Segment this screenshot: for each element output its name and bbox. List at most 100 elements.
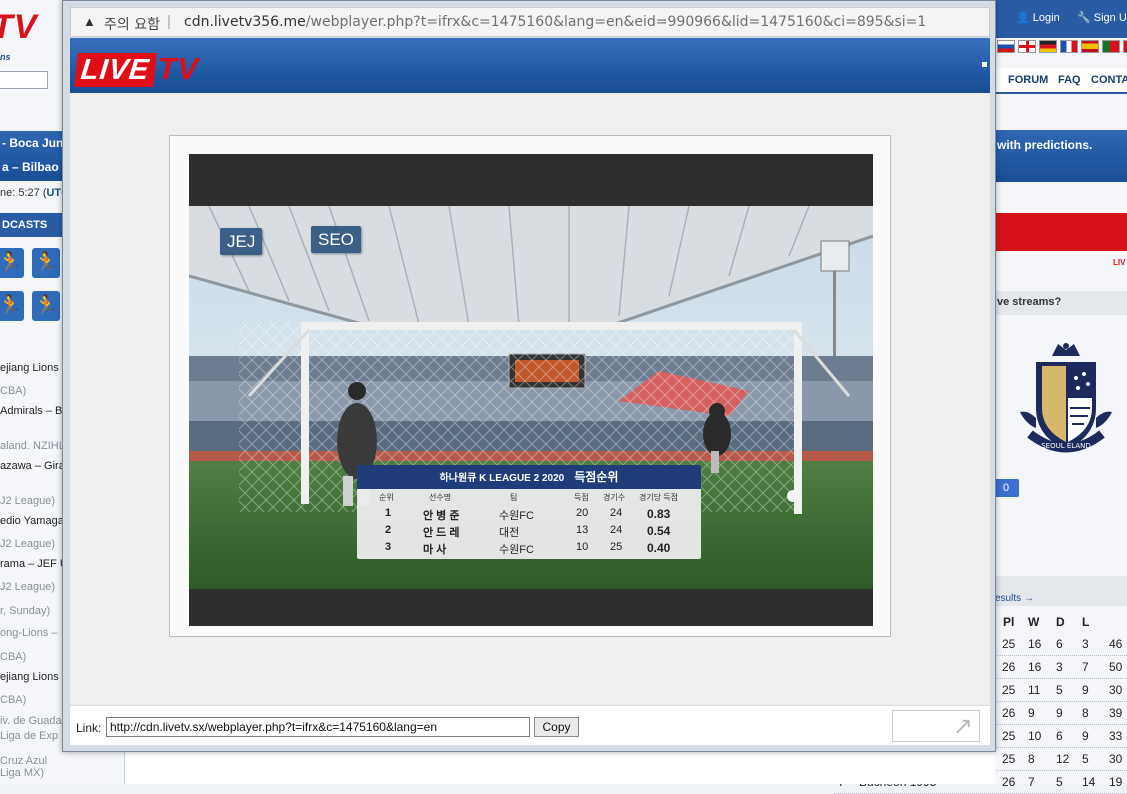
login-label: Login	[1032, 12, 1060, 24]
flag-fr-icon[interactable]	[1060, 40, 1078, 53]
home-team-tag: JEJ	[220, 228, 263, 255]
table-cell-pts: 39	[1109, 706, 1123, 720]
sport-runner-icon[interactable]: 🏃	[32, 291, 60, 321]
flag-en-icon[interactable]	[1018, 40, 1036, 53]
copy-button[interactable]: Copy	[534, 717, 579, 737]
time-label: ne: 5:27 (	[0, 187, 47, 199]
event-list-item[interactable]: ong-Lions –	[0, 627, 58, 639]
event-list-item[interactable]: azawa – Gira	[0, 460, 65, 472]
table-cell-l: 7	[1082, 660, 1089, 674]
standings-cell-goals: 10	[576, 541, 589, 553]
standings-row: 1 안 병 준 수원FC 20 24 0.83	[357, 506, 701, 523]
standings-overlay: 하나원큐 K LEAGUE 2 2020 득점순위 순위 선수명 팀 득점 경기수…	[357, 465, 701, 559]
table-cell-d: 9	[1056, 706, 1063, 720]
event-list-item[interactable]: aland. NZIHL	[0, 440, 65, 452]
table-cell-pts: 30	[1109, 752, 1123, 766]
background-time: ne: 5:27 (UTC	[0, 187, 69, 199]
event-list-item[interactable]: J2 League)	[0, 581, 55, 593]
event-list-item[interactable]: CBA)	[0, 694, 26, 706]
event-list-item[interactable]: CBA)	[0, 651, 26, 663]
flag-ru-icon[interactable]	[997, 40, 1015, 53]
table-cell-pts: 30	[1109, 683, 1123, 697]
flag-de-icon[interactable]	[1039, 40, 1057, 53]
livetv-logo[interactable]: LIVE TV	[74, 51, 200, 87]
address-bar[interactable]: ▲ 주의 요함 | cdn.livetv356.me/webplayer.php…	[70, 7, 990, 37]
standings-col-games: 경기수	[603, 493, 626, 502]
link-input[interactable]	[106, 717, 530, 737]
seoul-eland-crest-icon: SEOUL ELAND	[1020, 343, 1112, 453]
menu-contact[interactable]: CONTA	[1091, 74, 1127, 86]
flag-other-icon[interactable]	[1123, 40, 1127, 53]
table-cell-pts: 19	[1109, 775, 1123, 789]
table-cell-w: 11	[1028, 683, 1041, 697]
sport-runner-icon[interactable]: 🏃	[0, 291, 24, 321]
warning-triangle-icon[interactable]: ▲	[83, 14, 96, 29]
address-url[interactable]: cdn.livetv356.me/webplayer.php?t=ifrx&c=…	[184, 14, 926, 30]
sport-runner-icon[interactable]: 🏃	[0, 248, 24, 278]
event-list-item[interactable]: iv. de Guada	[0, 715, 62, 727]
table-cell-l: 5	[1082, 752, 1089, 766]
standings-row: 2 안 드 레 대전 13 24 0.54	[357, 523, 701, 540]
popup-header: LIVE TV	[70, 38, 990, 93]
expand-button[interactable]: ↗	[892, 710, 980, 742]
standings-cell-player: 안 병 준	[423, 510, 460, 522]
standings-cell-team: 수원FC	[499, 510, 534, 522]
standings-cell-rank: 3	[385, 541, 392, 553]
background-search-input[interactable]	[0, 71, 48, 89]
sport-runner-icon[interactable]: 🏃	[32, 248, 60, 278]
table-cell-pl: 25	[1002, 729, 1016, 743]
event-list-item[interactable]: r, Sunday)	[0, 605, 50, 617]
event-list-item[interactable]: edio Yamaga	[0, 515, 64, 527]
logo-tv-text: TV	[157, 51, 200, 86]
table-cell-l: 3	[1082, 637, 1089, 651]
event-list-item[interactable]: Cruz Azul	[0, 755, 47, 767]
standings-col-goals: 득점	[574, 493, 589, 502]
standings-cell-rank: 1	[385, 507, 392, 519]
standings-cell-games: 24	[610, 524, 623, 536]
table-cell-w: 9	[1028, 706, 1035, 720]
menu-forum[interactable]: FORUM	[1008, 74, 1048, 86]
video-player[interactable]: JEJ SEO 하나원큐 K LEAGUE 2 2020 득점순위 순위 선수명 …	[189, 154, 873, 626]
event-list-item[interactable]: J2 League)	[0, 538, 55, 550]
background-bottom-strip	[125, 752, 995, 784]
standings-columns: 순위 선수명 팀 득점 경기수 경기당 득점	[357, 489, 701, 506]
language-flags	[997, 40, 1127, 53]
event-list-item[interactable]: CBA)	[0, 385, 26, 397]
table-cell-w: 8	[1028, 752, 1035, 766]
video-stream[interactable]: JEJ SEO 하나원큐 K LEAGUE 2 2020 득점순위 순위 선수명 …	[189, 206, 873, 589]
event-list-item[interactable]: Liga MX)	[0, 767, 44, 779]
address-separator: |	[167, 13, 171, 30]
results-link[interactable]: esults →	[995, 576, 1127, 606]
event-list-item[interactable]: Admirals – Bo	[0, 405, 68, 417]
table-cell-pl: 25	[1002, 637, 1016, 651]
event-list-item[interactable]: ejiang Lions	[0, 362, 59, 374]
event-list-item[interactable]: Liga de Exp	[0, 730, 58, 742]
table-cell-w: 10	[1028, 729, 1042, 743]
standings-cell-rank: 2	[385, 524, 392, 536]
background-logo: TV	[0, 8, 38, 46]
table-cell-d: 12	[1056, 752, 1070, 766]
security-label[interactable]: 주의 요함	[104, 14, 160, 34]
login-link[interactable]: 👤 Login	[1016, 11, 1060, 24]
standings-cell-per-game: 0.40	[647, 541, 671, 555]
standings-col-rank: 순위	[379, 493, 394, 502]
standings-subtitle: 득점순위	[574, 470, 619, 484]
popup-content: LIVE TV JEJ SEO 하나원큐 K LEAGUE 2 2020 득점순…	[70, 38, 990, 745]
player-frame: JEJ SEO 하나원큐 K LEAGUE 2 2020 득점순위 순위 선수명 …	[169, 135, 891, 637]
table-cell-d: 3	[1056, 660, 1063, 674]
flag-pt-icon[interactable]	[1102, 40, 1120, 53]
header-dot	[982, 62, 987, 67]
standings-cell-games: 24	[610, 507, 623, 519]
event-list-item[interactable]: J2 League)	[0, 495, 55, 507]
event-list-item[interactable]: rama – JEF U	[0, 558, 68, 570]
event-list-item[interactable]: ejiang Lions	[0, 671, 59, 683]
url-path: /webplayer.php?t=ifrx&c=1475160&lang=en&…	[305, 14, 927, 30]
table-cell-w: 7	[1028, 775, 1035, 789]
facebook-like-count[interactable]: 0	[993, 479, 1019, 497]
menu-faq[interactable]: FAQ	[1058, 74, 1081, 86]
red-banner[interactable]	[995, 213, 1127, 251]
flag-es-icon[interactable]	[1081, 40, 1099, 53]
predictions-banner[interactable]: with predictions.	[995, 130, 1127, 182]
table-cell-l: 9	[1082, 729, 1089, 743]
signup-link[interactable]: 🔧 Sign U	[1077, 11, 1127, 24]
